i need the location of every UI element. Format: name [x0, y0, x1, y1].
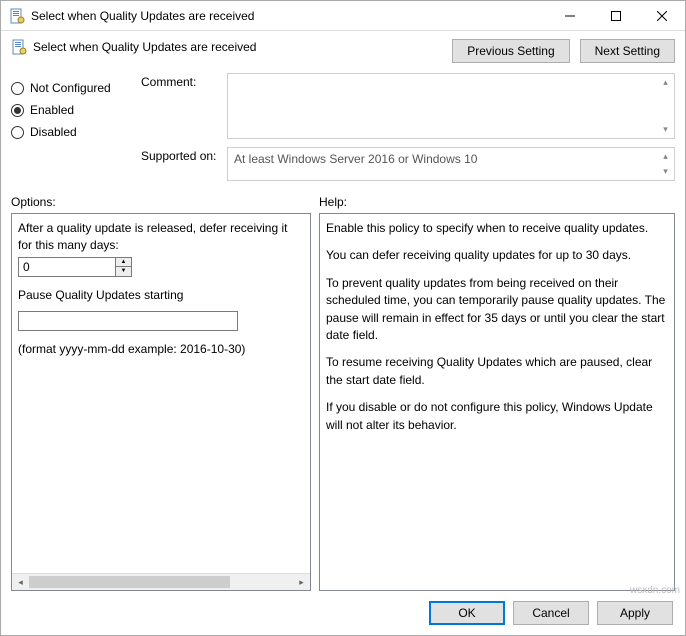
title-bar: Select when Quality Updates are received [1, 1, 685, 31]
policy-icon [11, 39, 27, 55]
header: Select when Quality Updates are received… [1, 31, 685, 69]
comment-label: Comment: [141, 73, 227, 89]
cancel-button[interactable]: Cancel [513, 601, 589, 625]
defer-days-input-group: ▲ ▼ [18, 257, 132, 277]
defer-days-input[interactable] [18, 257, 116, 277]
help-paragraph: To resume receiving Quality Updates whic… [326, 354, 668, 389]
help-title: Help: [319, 195, 675, 209]
minimize-icon [565, 11, 575, 21]
supported-on-text: At least Windows Server 2016 or Windows … [227, 147, 675, 181]
scroll-down-icon[interactable]: ▾ [659, 165, 672, 178]
help-paragraph: If you disable or do not configure this … [326, 399, 668, 434]
comment-textarea[interactable]: ▴ ▾ [227, 73, 675, 139]
fields-grid: Comment: ▴ ▾ Supported on: At least Wind… [141, 73, 675, 181]
pause-date-input[interactable] [18, 311, 238, 331]
help-panel: Enable this policy to specify when to re… [319, 213, 675, 591]
dialog-footer: OK Cancel Apply [1, 591, 685, 635]
previous-setting-button[interactable]: Previous Setting [452, 39, 569, 63]
help-paragraph: You can defer receiving quality updates … [326, 247, 668, 264]
radio-icon [11, 104, 24, 117]
close-icon [657, 11, 667, 21]
supported-label: Supported on: [141, 147, 227, 163]
radio-disabled[interactable]: Disabled [11, 125, 141, 139]
spin-down-button[interactable]: ▼ [116, 267, 131, 276]
scroll-thumb[interactable] [29, 576, 230, 588]
scroll-right-icon[interactable]: ▸ [293, 574, 310, 590]
maximize-button[interactable] [593, 1, 639, 31]
help-body: Enable this policy to specify when to re… [320, 214, 674, 590]
options-panel: After a quality update is released, defe… [11, 213, 311, 591]
minimize-button[interactable] [547, 1, 593, 31]
nav-buttons: Previous Setting Next Setting [452, 39, 675, 63]
state-radios: Not Configured Enabled Disabled [11, 73, 141, 181]
policy-name: Select when Quality Updates are received [33, 40, 256, 54]
options-column: Options: After a quality update is relea… [11, 189, 311, 591]
format-hint: (format yyyy-mm-dd example: 2016-10-30) [18, 341, 304, 358]
radio-enabled[interactable]: Enabled [11, 103, 141, 117]
dialog-window: Select when Quality Updates are received… [0, 0, 686, 636]
apply-button[interactable]: Apply [597, 601, 673, 625]
scroll-up-icon[interactable]: ▴ [659, 76, 672, 89]
help-column: Help: Enable this policy to specify when… [319, 189, 675, 591]
app-icon [9, 8, 25, 24]
settings-area: Not Configured Enabled Disabled Comment:… [1, 69, 685, 189]
next-setting-button[interactable]: Next Setting [580, 39, 675, 63]
radio-label: Disabled [30, 125, 77, 139]
radio-label: Enabled [30, 103, 74, 117]
defer-days-label: After a quality update is released, defe… [18, 220, 304, 255]
maximize-icon [611, 11, 621, 21]
help-paragraph: Enable this policy to specify when to re… [326, 220, 668, 237]
scroll-up-icon[interactable]: ▴ [659, 150, 672, 163]
radio-label: Not Configured [30, 81, 111, 95]
radio-not-configured[interactable]: Not Configured [11, 81, 141, 95]
header-left: Select when Quality Updates are received [11, 39, 452, 55]
close-button[interactable] [639, 1, 685, 31]
scroll-left-icon[interactable]: ◂ [12, 574, 29, 590]
horizontal-scrollbar[interactable]: ◂ ▸ [12, 573, 310, 590]
content-panels: Options: After a quality update is relea… [1, 189, 685, 591]
options-body: After a quality update is released, defe… [12, 214, 310, 590]
supported-value: At least Windows Server 2016 or Windows … [234, 152, 477, 166]
spinner: ▲ ▼ [116, 257, 132, 277]
radio-icon [11, 126, 24, 139]
scroll-track[interactable] [29, 574, 293, 590]
spin-up-button[interactable]: ▲ [116, 258, 131, 268]
pause-label: Pause Quality Updates starting [18, 287, 304, 304]
window-title: Select when Quality Updates are received [31, 9, 547, 23]
ok-button[interactable]: OK [429, 601, 505, 625]
radio-icon [11, 82, 24, 95]
help-paragraph: To prevent quality updates from being re… [326, 275, 668, 345]
scroll-down-icon[interactable]: ▾ [659, 123, 672, 136]
options-title: Options: [11, 195, 311, 209]
